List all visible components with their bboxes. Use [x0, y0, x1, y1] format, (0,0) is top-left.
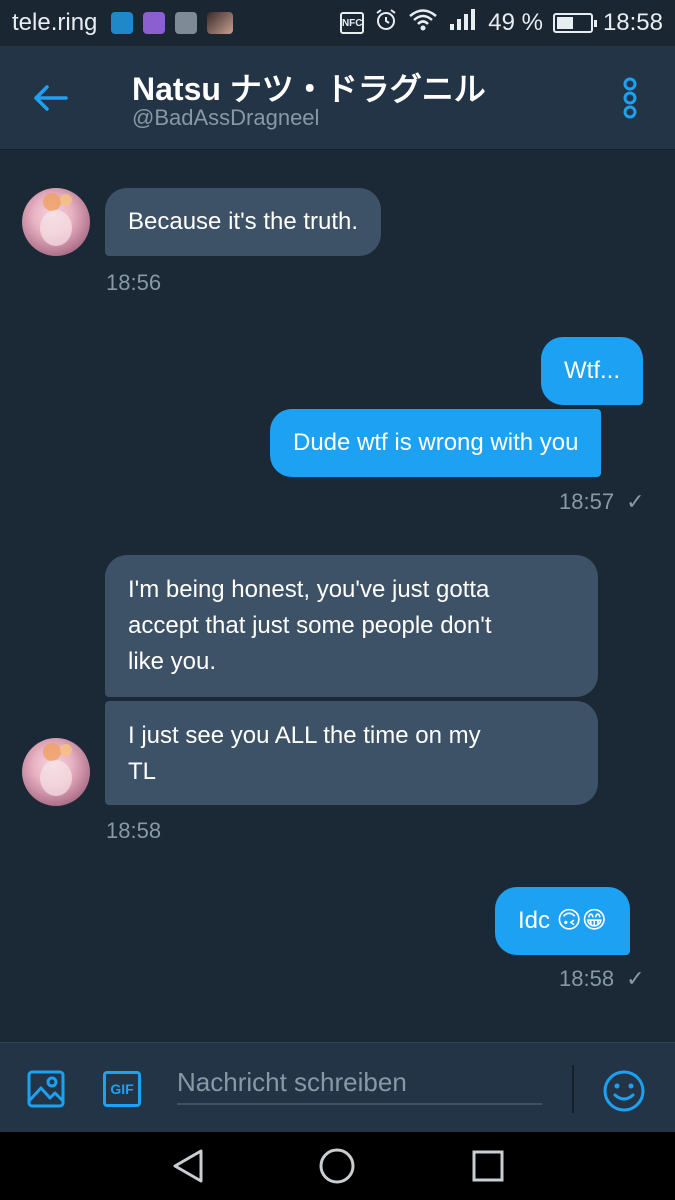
timestamp-text: 18:56: [106, 270, 162, 295]
message-timestamp: 18:57 ✓: [559, 489, 645, 515]
battery-icon: [552, 13, 597, 33]
carrier-name: tele.ring: [12, 9, 98, 36]
message-bubble-incoming[interactable]: I just see you ALL the time on my TL: [105, 701, 598, 805]
status-time: 18:58: [602, 9, 663, 36]
nav-recents-button[interactable]: [468, 1146, 508, 1186]
sender-avatar[interactable]: [22, 738, 90, 806]
conversation-title[interactable]: Natsu ナツ・ドラグニル: [132, 64, 486, 110]
message-bubble-outgoing[interactable]: Wtf...: [541, 337, 643, 405]
read-check-icon: ✓: [626, 966, 645, 991]
back-triangle-icon: [173, 1149, 203, 1183]
nav-home-button[interactable]: [317, 1146, 357, 1186]
battery-level: [556, 17, 573, 29]
message-input[interactable]: [177, 1061, 542, 1105]
message-line: like you.: [128, 648, 217, 675]
status-left: tele.ring: [12, 9, 234, 37]
app-icon: [111, 12, 134, 34]
battery-percent: 49 %: [488, 9, 543, 36]
signal-icon: [448, 8, 478, 39]
message-line: I just see you ALL the time on my: [128, 722, 481, 749]
back-button[interactable]: [28, 76, 72, 120]
message-bubble-outgoing[interactable]: Idc 🙃😁: [495, 887, 630, 955]
conversation-header: Natsu ナツ・ドラグニル @BadAssDragneel: [0, 46, 675, 150]
message-line: accept that just some people don't: [128, 612, 492, 639]
add-photo-button[interactable]: [24, 1067, 68, 1111]
more-options-button[interactable]: [612, 76, 648, 120]
timestamp-text: 18:58: [559, 966, 615, 991]
back-arrow-icon: [34, 85, 68, 111]
smiley-icon: [603, 1070, 645, 1112]
message-composer: GIF: [0, 1042, 675, 1132]
keyboard-icon: [143, 12, 166, 34]
recents-square-icon: [472, 1150, 504, 1182]
read-check-icon: ✓: [626, 489, 645, 514]
emoji-button[interactable]: [602, 1069, 646, 1113]
nfc-icon: NFC: [340, 12, 365, 34]
conversation-handle[interactable]: @BadAssDragneel: [132, 105, 319, 131]
gif-icon: GIF: [103, 1071, 141, 1107]
message-bubble-outgoing[interactable]: Dude wtf is wrong with you: [270, 409, 602, 477]
system-nav-bar: [0, 1132, 675, 1200]
sender-avatar[interactable]: [22, 188, 90, 256]
message-bubble-incoming[interactable]: Because it's the truth.: [105, 188, 382, 256]
message-bubble-incoming[interactable]: I'm being honest, you've just gotta acce…: [105, 555, 598, 697]
nav-back-button[interactable]: [168, 1146, 208, 1186]
timestamp-text: 18:58: [106, 818, 162, 843]
status-right: NFC 49 % 18:58: [340, 8, 663, 39]
alarm-icon: [374, 8, 398, 39]
image-icon: [27, 1070, 65, 1108]
add-gif-button[interactable]: GIF: [102, 1069, 142, 1109]
message-timestamp: 18:56: [106, 270, 161, 296]
status-bar: tele.ring NFC 49 % 18:58: [0, 0, 675, 46]
composer-divider: [572, 1065, 574, 1113]
wifi-icon: [408, 8, 438, 39]
message-line: TL: [128, 758, 157, 785]
overflow-menu-icon: [623, 77, 637, 119]
photo-thumbnail-icon: [207, 12, 234, 34]
message-timestamp: 18:58 ✓: [559, 966, 645, 992]
timestamp-text: 18:57: [559, 489, 615, 514]
message-line: I'm being honest, you've just gotta: [128, 576, 490, 603]
gallery-icon: [175, 12, 198, 34]
message-timestamp: 18:58: [106, 818, 161, 844]
home-circle-icon: [319, 1148, 355, 1184]
